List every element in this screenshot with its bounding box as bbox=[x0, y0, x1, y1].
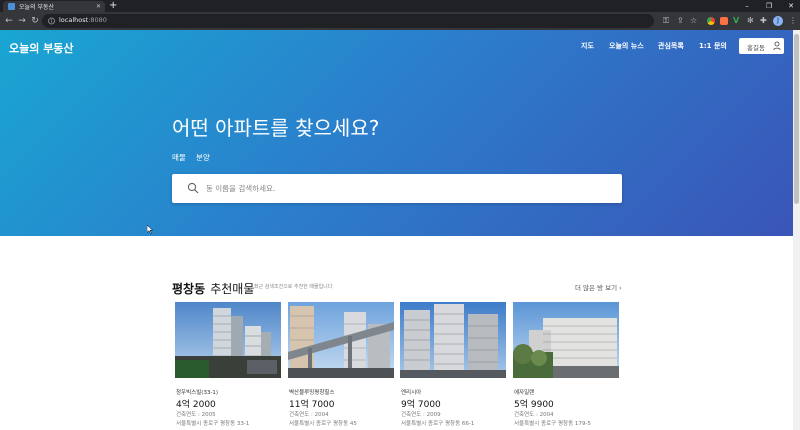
listing-address: 서울특별시 종로구 평창동 33-1 bbox=[176, 421, 250, 427]
brand-logo[interactable]: 오늘의 부동산 bbox=[9, 40, 74, 56]
address-bar[interactable]: localhost:8080 bbox=[42, 14, 654, 28]
profile-avatar-icon[interactable]: J bbox=[773, 16, 783, 26]
listing-address: 서울특별시 종로구 평창동 179-5 bbox=[514, 421, 591, 427]
hero-banner: 오늘의 부동산 지도 오늘의 뉴스 관심목록 1:1 문의 홍길동 어떤 아파트… bbox=[0, 30, 793, 236]
listing-name: 청우빅스빌(33-1) bbox=[176, 390, 219, 396]
search-icon[interactable] bbox=[187, 182, 199, 194]
section-title: 평창동 추천매물 bbox=[172, 278, 254, 297]
browser-toolbar: ← → ↻ localhost:8080 ⚿ ⇪ ☆ V ✻ ✚ J ⋮ bbox=[0, 12, 800, 30]
listing-photo[interactable] bbox=[513, 302, 619, 378]
listing-photo[interactable] bbox=[288, 302, 394, 378]
listing-photo[interactable] bbox=[400, 302, 506, 378]
user-icon bbox=[773, 41, 781, 51]
maximize-icon[interactable]: ❐ bbox=[762, 0, 776, 12]
listing-year: 건축연도 : 2004 bbox=[289, 412, 329, 418]
share-icon[interactable]: ⇪ bbox=[677, 15, 684, 27]
listing-name: 에자일랜 bbox=[514, 390, 535, 396]
listing-card[interactable]: 청우빅스빌(33-1) 4억 2000 건축연도 : 2005 서울특별시 종로… bbox=[175, 302, 281, 430]
scrollbar-thumb[interactable] bbox=[794, 34, 799, 204]
extensions-puzzle-icon[interactable]: ✚ bbox=[760, 15, 767, 27]
browser-tab[interactable]: 오늘의 부동산 ✕ bbox=[3, 1, 105, 12]
extension-gear-icon[interactable]: ✻ bbox=[747, 15, 754, 27]
mouse-cursor-icon bbox=[147, 225, 153, 234]
listing-address: 서울특별시 종로구 평창동 45 bbox=[289, 421, 357, 427]
back-icon[interactable]: ← bbox=[3, 15, 15, 27]
forward-icon[interactable]: → bbox=[16, 15, 28, 27]
listing-card[interactable]: 엔리시아 9억 7000 건축연도 : 2009 서울특별시 종로구 평창동 6… bbox=[400, 302, 506, 430]
more-link[interactable]: 더 많은 방 보기 › bbox=[575, 282, 622, 292]
tab-listings[interactable]: 매물 bbox=[172, 152, 186, 163]
search-box bbox=[172, 174, 622, 203]
key-icon[interactable]: ⚿ bbox=[663, 15, 669, 27]
url-host: localhost bbox=[59, 16, 89, 24]
section-subtitle: 최근 검색조건으로 추천한 매물입니다 bbox=[254, 284, 333, 290]
nav-map[interactable]: 지도 bbox=[581, 41, 594, 51]
user-name: 홍길동 bbox=[747, 44, 765, 52]
favicon-icon bbox=[8, 3, 15, 10]
url-port: :8080 bbox=[88, 16, 107, 24]
minimize-icon[interactable]: – bbox=[740, 0, 754, 12]
listing-name: 엔리시아 bbox=[401, 390, 422, 396]
tab-presale[interactable]: 분양 bbox=[196, 152, 210, 163]
menu-dots-icon[interactable]: ⋮ bbox=[789, 15, 797, 27]
extension-v-icon[interactable]: V bbox=[733, 15, 739, 27]
nav-inquiry[interactable]: 1:1 문의 bbox=[699, 41, 727, 51]
listing-price: 11억 7000 bbox=[289, 400, 335, 410]
listing-photo[interactable] bbox=[175, 302, 281, 378]
user-menu-button[interactable]: 홍길동 bbox=[739, 38, 784, 54]
listing-name: 벽산블루밍평창힐스 bbox=[289, 390, 335, 396]
listing-card[interactable]: 에자일랜 5억 9900 건축연도 : 2004 서울특별시 종로구 평창동 1… bbox=[513, 302, 619, 430]
extension-orange-icon[interactable] bbox=[720, 17, 728, 25]
listing-price: 4억 2000 bbox=[176, 400, 216, 410]
nav-watchlist[interactable]: 관심목록 bbox=[658, 41, 684, 51]
more-link-label: 더 많은 방 보기 bbox=[575, 284, 618, 292]
extension-chrome-icon[interactable] bbox=[707, 17, 715, 25]
reload-icon[interactable]: ↻ bbox=[29, 15, 41, 27]
bookmark-star-icon[interactable]: ☆ bbox=[690, 15, 697, 27]
listing-price: 5억 9900 bbox=[514, 400, 554, 410]
listing-card[interactable]: 벽산블루밍평창힐스 11억 7000 건축연도 : 2004 서울특별시 종로구… bbox=[288, 302, 394, 430]
chevron-right-icon: › bbox=[619, 284, 622, 292]
listing-year: 건축연도 : 2005 bbox=[176, 412, 216, 418]
new-tab-icon[interactable]: + bbox=[109, 0, 117, 12]
browser-tabstrip: 오늘의 부동산 ✕ + – ❐ ✕ bbox=[0, 0, 800, 12]
url-text: localhost:8080 bbox=[59, 16, 107, 24]
section-title-text: 추천매물 bbox=[210, 282, 255, 296]
listing-year: 건축연도 : 2009 bbox=[401, 412, 441, 418]
close-tab-icon[interactable]: ✕ bbox=[96, 2, 101, 11]
window-close-icon[interactable]: ✕ bbox=[784, 0, 798, 12]
hero-headline: 어떤 아파트를 찾으세요? bbox=[172, 116, 380, 140]
tab-title: 오늘의 부동산 bbox=[19, 4, 55, 11]
listing-year: 건축연도 : 2004 bbox=[514, 412, 554, 418]
info-icon[interactable] bbox=[48, 17, 55, 25]
nav-news[interactable]: 오늘의 뉴스 bbox=[609, 41, 644, 51]
page-viewport: 오늘의 부동산 지도 오늘의 뉴스 관심목록 1:1 문의 홍길동 어떤 아파트… bbox=[0, 30, 793, 430]
page-scrollbar[interactable] bbox=[793, 30, 800, 430]
section-title-location: 평창동 bbox=[172, 282, 206, 296]
search-input[interactable] bbox=[206, 180, 606, 197]
listing-price: 9억 7000 bbox=[401, 400, 441, 410]
listing-address: 서울특별시 종로구 평창동 66-1 bbox=[401, 421, 475, 427]
